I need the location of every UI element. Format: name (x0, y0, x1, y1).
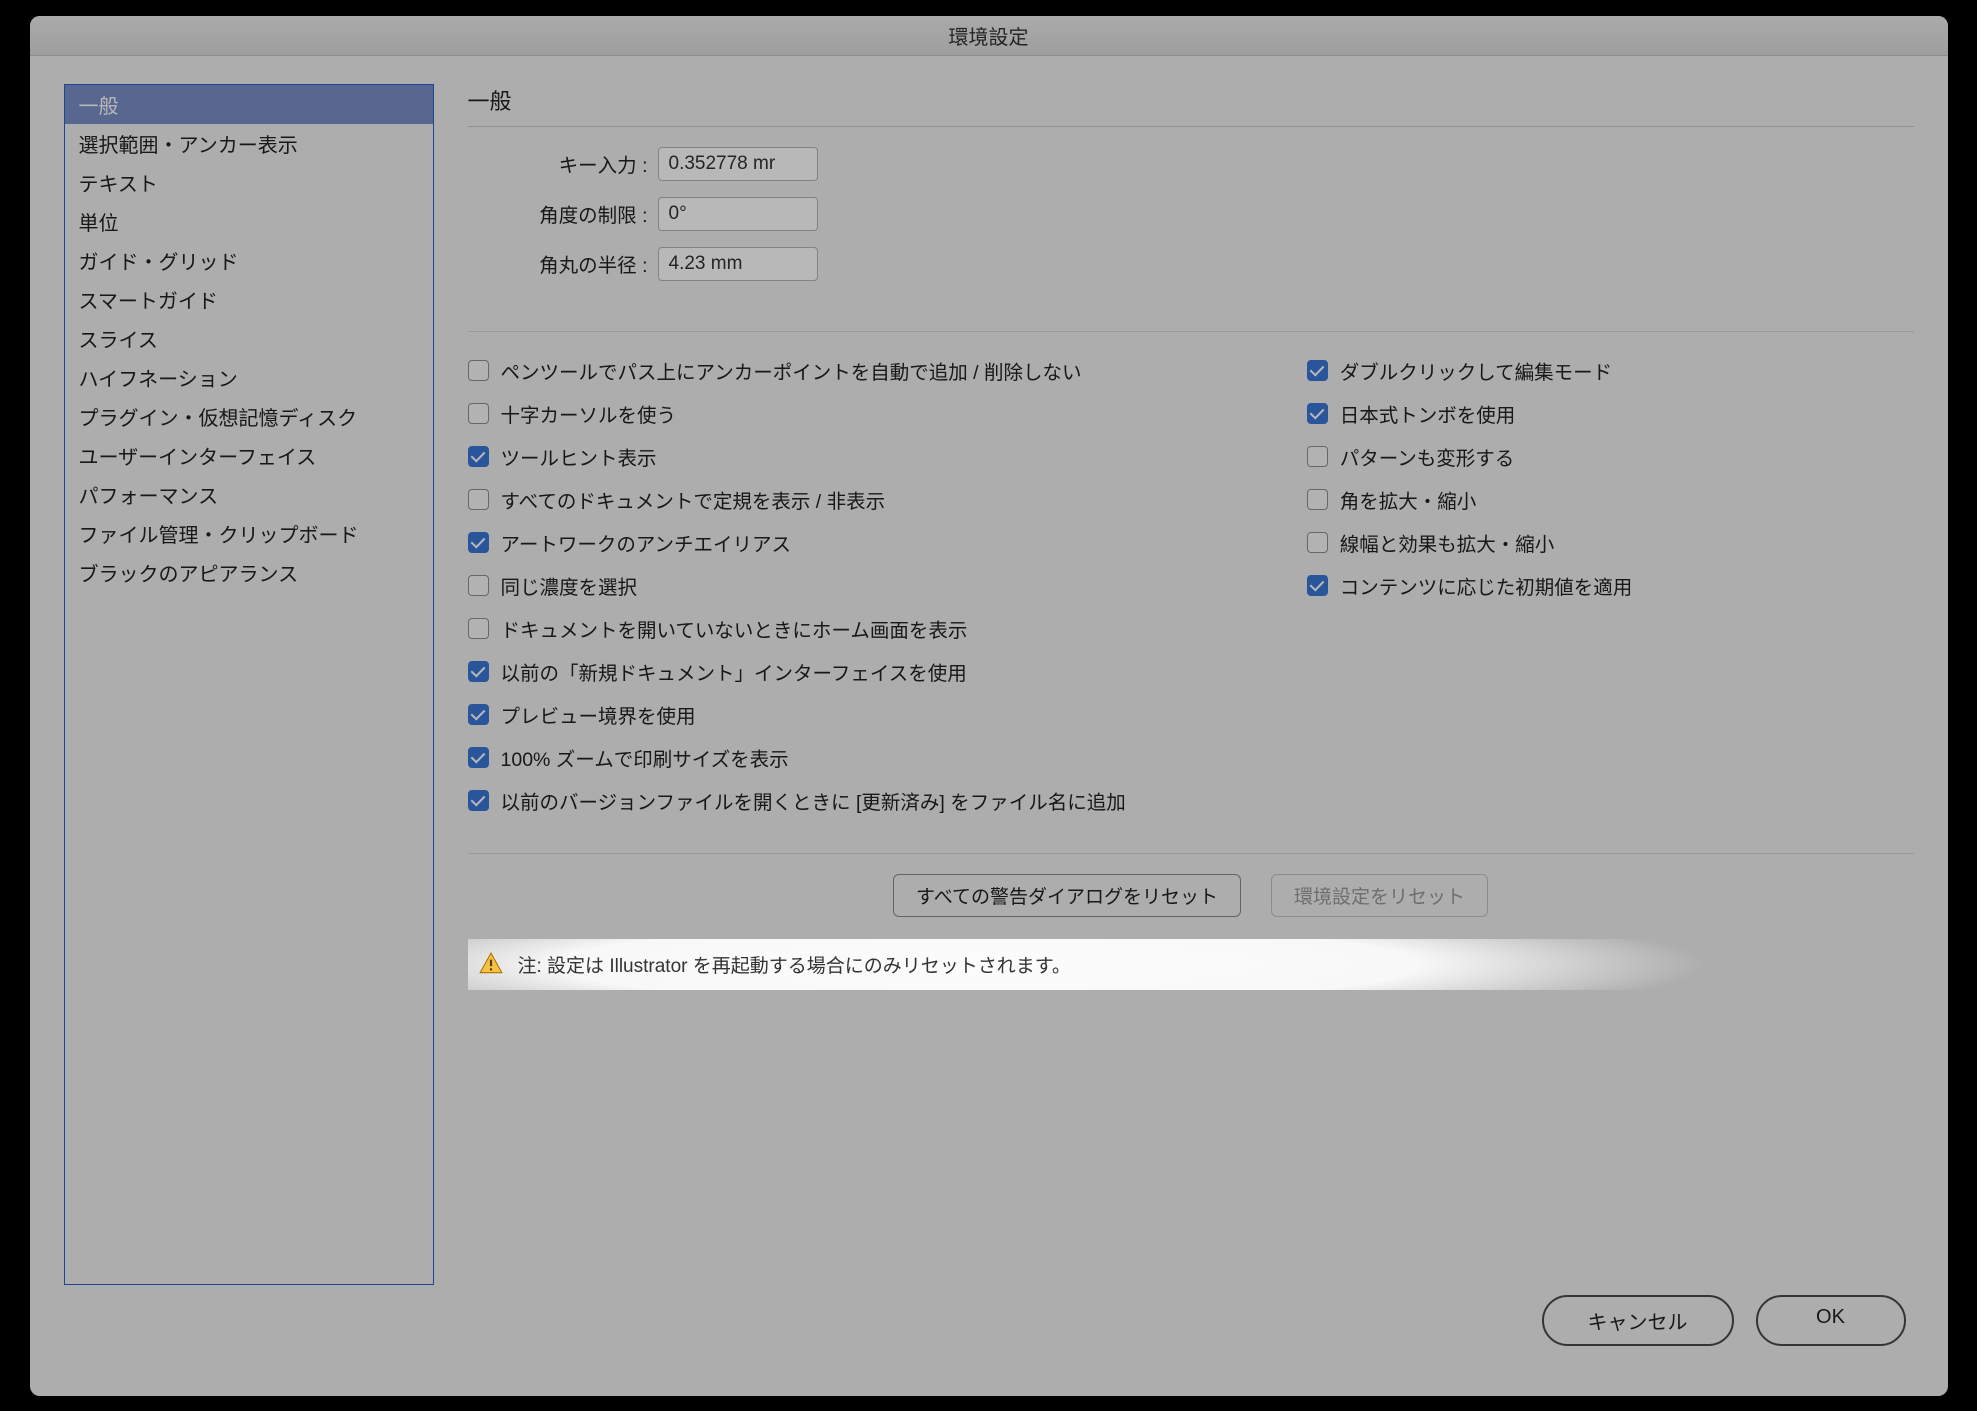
checkbox-row[interactable]: ツールヒント表示 (468, 442, 1287, 471)
window-title: 環境設定 (949, 21, 1029, 50)
checkbox-icon[interactable] (468, 360, 489, 381)
reset-row: すべての警告ダイアログをリセット 環境設定をリセット (468, 853, 1914, 917)
checkbox-icon[interactable] (1307, 446, 1328, 467)
checkbox-label: 日本式トンボを使用 (1340, 399, 1516, 428)
checkbox-icon[interactable] (1307, 575, 1328, 596)
checkbox-icon[interactable] (468, 661, 489, 682)
checkbox-icon[interactable] (1307, 489, 1328, 510)
checkbox-icon[interactable] (1307, 360, 1328, 381)
checkbox-label: 十字カーソルを使う (501, 399, 677, 428)
checkbox-row[interactable]: コンテンツに応じた初期値を適用 (1307, 571, 1914, 600)
sidebar-item-1[interactable]: 選択範囲・アンカー表示 (65, 124, 433, 163)
checkbox-label: ドキュメントを開いていないときにホーム画面を表示 (501, 614, 968, 643)
reset-prefs-button: 環境設定をリセット (1271, 874, 1488, 917)
checkbox-area: ペンツールでパス上にアンカーポイントを自動で追加 / 削除しない十字カーソルを使… (468, 331, 1914, 829)
checkbox-icon[interactable] (1307, 403, 1328, 424)
sidebar-item-9[interactable]: ユーザーインターフェイス (65, 436, 433, 475)
checkbox-icon[interactable] (468, 446, 489, 467)
checkbox-icon[interactable] (468, 704, 489, 725)
checkbox-label: 同じ濃度を選択 (501, 571, 638, 600)
checkbox-row[interactable]: ペンツールでパス上にアンカーポイントを自動で追加 / 削除しない (468, 356, 1287, 385)
checkbox-icon[interactable] (468, 489, 489, 510)
checkbox-row[interactable]: 十字カーソルを使う (468, 399, 1287, 428)
sidebar-item-6[interactable]: スライス (65, 319, 433, 358)
radius-label: 角丸の半径 : (488, 249, 648, 278)
key-input-row: キー入力 : 0.352778 mr (488, 147, 1914, 181)
sidebar-item-2[interactable]: テキスト (65, 163, 433, 202)
warning-icon (478, 951, 504, 977)
sidebar-item-8[interactable]: プラグイン・仮想記憶ディスク (65, 397, 433, 436)
titlebar: 環境設定 (30, 16, 1948, 56)
dialog-content: 一般選択範囲・アンカー表示テキスト単位ガイド・グリッドスマートガイドスライスハイ… (30, 56, 1948, 1295)
checkbox-row[interactable]: 以前の「新規ドキュメント」インターフェイスを使用 (468, 657, 1287, 686)
checkbox-icon[interactable] (468, 403, 489, 424)
checkbox-row[interactable]: 以前のバージョンファイルを開くときに [更新済み] をファイル名に追加 (468, 786, 1287, 815)
checkbox-row[interactable]: パターンも変形する (1307, 442, 1914, 471)
checkbox-label: 100% ズームで印刷サイズを表示 (501, 743, 789, 772)
checkbox-label: ダブルクリックして編集モード (1340, 356, 1612, 385)
checkbox-row[interactable]: プレビュー境界を使用 (468, 700, 1287, 729)
checkbox-icon[interactable] (468, 575, 489, 596)
checkbox-label: アートワークのアンチエイリアス (501, 528, 792, 557)
key-input-label: キー入力 : (488, 149, 648, 178)
checkbox-label: 以前の「新規ドキュメント」インターフェイスを使用 (501, 657, 967, 686)
checkbox-label: ツールヒント表示 (501, 442, 657, 471)
radius-row: 角丸の半径 : 4.23 mm (488, 247, 1914, 281)
checkbox-row[interactable]: ドキュメントを開いていないときにホーム画面を表示 (468, 614, 1287, 643)
checkbox-label: すべてのドキュメントで定規を表示 / 非表示 (501, 485, 886, 514)
angle-label: 角度の制限 : (488, 199, 648, 228)
dialog-footer: キャンセル OK (30, 1295, 1948, 1396)
checkbox-icon[interactable] (468, 790, 489, 811)
sidebar-item-7[interactable]: ハイフネーション (65, 358, 433, 397)
checkbox-row[interactable]: ダブルクリックして編集モード (1307, 356, 1914, 385)
angle-field[interactable]: 0° (658, 197, 818, 231)
checkbox-row[interactable]: 日本式トンボを使用 (1307, 399, 1914, 428)
sidebar-item-0[interactable]: 一般 (65, 85, 433, 124)
sidebar-item-10[interactable]: パフォーマンス (65, 475, 433, 514)
checkbox-icon[interactable] (468, 618, 489, 639)
checkbox-label: プレビュー境界を使用 (501, 700, 696, 729)
checkbox-label: 角を拡大・縮小 (1340, 485, 1477, 514)
sidebar-item-12[interactable]: ブラックのアピアランス (65, 553, 433, 592)
checkbox-column-right: ダブルクリックして編集モード日本式トンボを使用パターンも変形する角を拡大・縮小線… (1287, 356, 1914, 829)
reset-warnings-button[interactable]: すべての警告ダイアログをリセット (893, 874, 1241, 917)
sidebar-item-5[interactable]: スマートガイド (65, 280, 433, 319)
checkbox-label: 以前のバージョンファイルを開くときに [更新済み] をファイル名に追加 (501, 786, 1126, 815)
sidebar-item-11[interactable]: ファイル管理・クリップボード (65, 514, 433, 553)
sidebar-item-3[interactable]: 単位 (65, 202, 433, 241)
radius-field[interactable]: 4.23 mm (658, 247, 818, 281)
checkbox-row[interactable]: 線幅と効果も拡大・縮小 (1307, 528, 1914, 557)
preferences-dialog: 環境設定 一般選択範囲・アンカー表示テキスト単位ガイド・グリッドスマートガイドス… (30, 16, 1948, 1396)
checkbox-icon[interactable] (1307, 532, 1328, 553)
checkbox-row[interactable]: 角を拡大・縮小 (1307, 485, 1914, 514)
category-sidebar: 一般選択範囲・アンカー表示テキスト単位ガイド・グリッドスマートガイドスライスハイ… (64, 84, 434, 1285)
checkbox-label: パターンも変形する (1340, 442, 1515, 471)
key-input-field[interactable]: 0.352778 mr (658, 147, 818, 181)
ok-button[interactable]: OK (1756, 1295, 1906, 1346)
checkbox-row[interactable]: 100% ズームで印刷サイズを表示 (468, 743, 1287, 772)
checkbox-icon[interactable] (468, 747, 489, 768)
checkbox-row[interactable]: すべてのドキュメントで定規を表示 / 非表示 (468, 485, 1287, 514)
checkbox-row[interactable]: 同じ濃度を選択 (468, 571, 1287, 600)
warning-note: 注: 設定は Illustrator を再起動する場合にのみリセットされます。 (468, 939, 1914, 990)
checkbox-row[interactable]: アートワークのアンチエイリアス (468, 528, 1287, 557)
main-panel: 一般 キー入力 : 0.352778 mr 角度の制限 : 0° 角丸の半径 :… (468, 84, 1914, 1285)
checkbox-label: コンテンツに応じた初期値を適用 (1340, 571, 1633, 600)
checkbox-icon[interactable] (468, 532, 489, 553)
angle-row: 角度の制限 : 0° (488, 197, 1914, 231)
checkbox-column-left: ペンツールでパス上にアンカーポイントを自動で追加 / 削除しない十字カーソルを使… (468, 356, 1287, 829)
sidebar-item-4[interactable]: ガイド・グリッド (65, 241, 433, 280)
numeric-fields: キー入力 : 0.352778 mr 角度の制限 : 0° 角丸の半径 : 4.… (488, 147, 1914, 297)
cancel-button[interactable]: キャンセル (1542, 1295, 1734, 1346)
warning-text: 注: 設定は Illustrator を再起動する場合にのみリセットされます。 (518, 951, 1071, 978)
checkbox-label: 線幅と効果も拡大・縮小 (1340, 528, 1555, 557)
checkbox-label: ペンツールでパス上にアンカーポイントを自動で追加 / 削除しない (501, 356, 1082, 385)
section-heading: 一般 (468, 84, 1914, 127)
